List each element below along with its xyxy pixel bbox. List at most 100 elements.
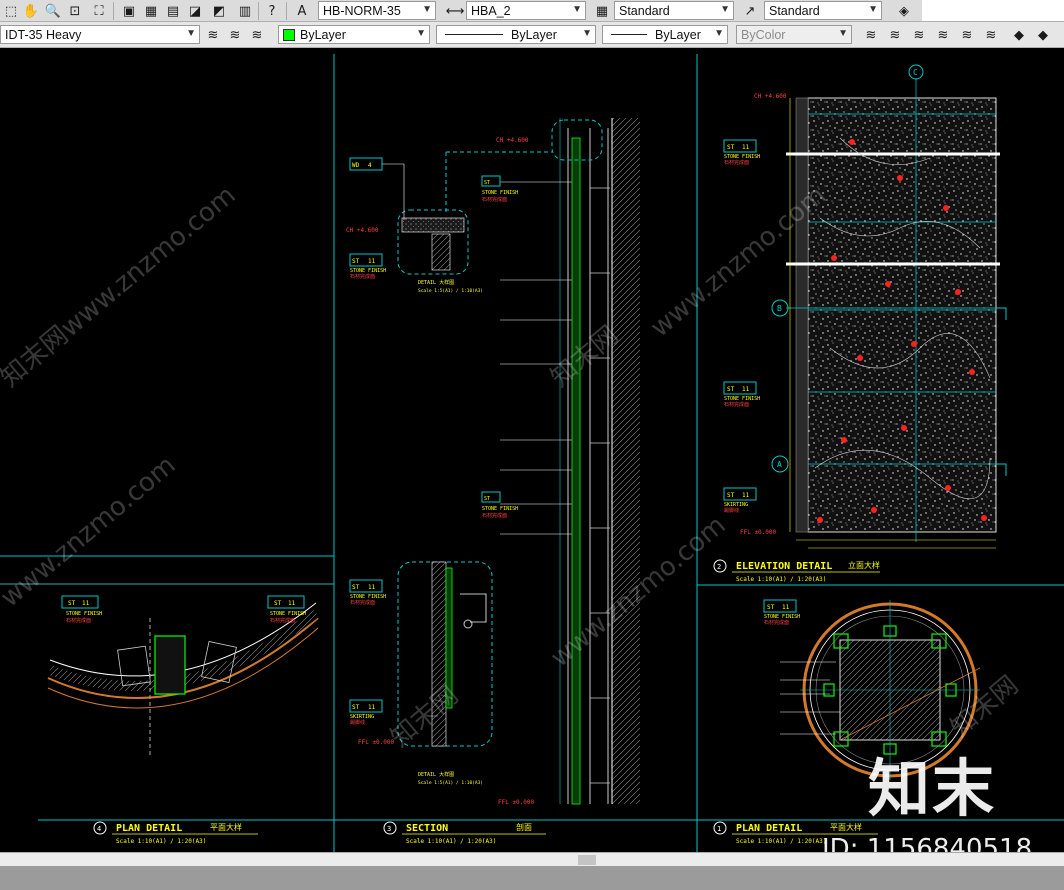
tag-st-num: 11 bbox=[82, 600, 90, 607]
pan-icon[interactable]: ✋ bbox=[22, 2, 40, 20]
calculator-icon[interactable]: ▥ bbox=[236, 2, 254, 20]
watermark-text: www.znzmo.com bbox=[55, 180, 241, 343]
grid-c: C bbox=[913, 68, 918, 77]
tag-stone-cn: 石材完成面 bbox=[66, 617, 91, 624]
tag-st: ST bbox=[274, 600, 282, 607]
dimstyle-select[interactable]: HB-NORM-35 ▼ bbox=[318, 1, 436, 20]
chevron-down-icon: ▼ bbox=[582, 28, 592, 39]
tag-stone-cn: 石材完成面 bbox=[350, 599, 375, 606]
layer-unlock-icon[interactable]: ≋ bbox=[982, 26, 1000, 44]
linetype-select[interactable]: ByLayer ▼ bbox=[436, 25, 596, 44]
help-icon[interactable]: ? bbox=[263, 2, 281, 20]
layer-tools-icon[interactable]: ◈ bbox=[895, 2, 913, 20]
table-style-icon[interactable]: ▦ bbox=[593, 2, 611, 20]
properties-icon[interactable]: ▣ bbox=[120, 2, 138, 20]
tag-st: ST bbox=[727, 492, 735, 499]
plotstyle-value: ByColor bbox=[741, 27, 786, 42]
tag-st-num: 11 bbox=[742, 492, 750, 499]
elevation-detail: C B A CH +4.600 FFL ±0.000 ST 11 STONE F… bbox=[723, 64, 1007, 549]
tag-stone-cn: 石材完成面 bbox=[724, 401, 749, 408]
make-current-layer-icon[interactable]: ≋ bbox=[204, 26, 222, 44]
tag-st: ST bbox=[727, 386, 735, 393]
tag-stone-cn: 石材完成面 bbox=[270, 617, 295, 624]
layer-isolate-icon[interactable]: ≋ bbox=[862, 26, 880, 44]
tag-wd-num: 4 bbox=[368, 162, 372, 169]
detail-scale: Scale 1:5(A1) / 1:10(A3) bbox=[418, 288, 483, 294]
color-select[interactable]: ByLayer ▼ bbox=[278, 25, 430, 44]
plan-right-cn: 平面大样 bbox=[830, 822, 862, 832]
chevron-down-icon: ▼ bbox=[838, 28, 848, 39]
layer-freeze-icon[interactable]: ≋ bbox=[934, 26, 952, 44]
drawing-canvas[interactable]: ST 11 STONE FINISH 石材完成面 ST 11 STONE FIN… bbox=[0, 48, 1064, 852]
chevron-down-icon: ▼ bbox=[186, 28, 196, 39]
ffl-level-elev: FFL ±0.000 bbox=[740, 529, 777, 536]
watermark-text: www.znzmo.com bbox=[0, 450, 182, 613]
tag-skirting-cn: 踢脚线 bbox=[350, 719, 365, 726]
tablestyle-select[interactable]: Standard ▼ bbox=[614, 1, 734, 20]
plan-left-title: PLAN DETAIL bbox=[116, 823, 182, 834]
mleader-style-icon[interactable]: ↗ bbox=[741, 2, 759, 20]
layer-previous-icon[interactable]: ≋ bbox=[226, 26, 244, 44]
layer-walk-icon[interactable]: ◆ bbox=[1034, 26, 1052, 44]
watermark-id: ID: 1156840518 bbox=[822, 834, 1033, 852]
ffl-level-section: FFL ±0.000 bbox=[498, 799, 535, 806]
layer-off-icon[interactable]: ≋ bbox=[910, 26, 928, 44]
tag-st-num: 11 bbox=[368, 258, 376, 265]
grid-b: B bbox=[777, 304, 782, 313]
chevron-down-icon: ▼ bbox=[422, 4, 432, 15]
status-bar bbox=[0, 866, 1064, 890]
plotstyle-select[interactable]: ByColor ▼ bbox=[736, 25, 852, 44]
layer-value: IDT-35 Heavy bbox=[5, 27, 82, 42]
tag-st-num: 11 bbox=[742, 144, 750, 151]
design-center-icon[interactable]: ▦ bbox=[142, 2, 160, 20]
zoom-window-icon[interactable]: ⊡ bbox=[66, 2, 84, 20]
layer-lock-icon[interactable]: ≋ bbox=[958, 26, 976, 44]
mleaderstyle-select[interactable]: Standard ▼ bbox=[764, 1, 882, 20]
section-scale: Scale 1:10(A1) / 1:20(A3) bbox=[406, 838, 496, 845]
chevron-down-icon: ▼ bbox=[416, 28, 426, 39]
section-stone-finish: STONE FINISH bbox=[482, 190, 518, 196]
tablestyle-value: Standard bbox=[619, 3, 670, 18]
watermark-text: 知末网 bbox=[385, 680, 464, 753]
section-num: 3 bbox=[387, 825, 391, 833]
tag-stone-cn: 石材完成面 bbox=[724, 159, 749, 166]
cad-application: ⬚ ✋ 🔍 ⊡ ⛶ ▣ ▦ ▤ ◪ ◩ ▥ ? A HB-NORM-35 ▼ ⟷… bbox=[0, 0, 1064, 890]
dimstyle-value: HB-NORM-35 bbox=[323, 3, 401, 18]
mleaderstyle-value: Standard bbox=[769, 3, 820, 18]
section-detail: ST STONE FINISH 石材完成面 ST STONE FINISH 石材… bbox=[346, 118, 640, 806]
toolbar-separator bbox=[258, 2, 259, 20]
dimension-style-icon[interactable]: ⟷ bbox=[446, 2, 465, 20]
elevation-scale: Scale 1:10(A1) / 1:20(A3) bbox=[736, 576, 826, 583]
elevation-title: ELEVATION DETAIL bbox=[736, 561, 832, 572]
layer-unisolate-icon[interactable]: ≋ bbox=[886, 26, 904, 44]
zoom-realtime-icon[interactable]: 🔍 bbox=[44, 2, 62, 20]
elevation-num: 2 bbox=[717, 563, 721, 571]
layer-match-icon[interactable]: ◆ bbox=[1010, 26, 1028, 44]
tool-palettes-icon[interactable]: ▤ bbox=[164, 2, 182, 20]
plan-right-title: PLAN DETAIL bbox=[736, 823, 802, 834]
lineweight-value: ByLayer bbox=[655, 27, 701, 42]
chevron-down-icon: ▼ bbox=[572, 4, 582, 15]
sheet-set-icon[interactable]: ◪ bbox=[186, 2, 204, 20]
elevation-cn: 立面大样 bbox=[848, 560, 880, 570]
lineweight-select[interactable]: ByLayer ▼ bbox=[602, 25, 728, 44]
search-box[interactable] bbox=[922, 0, 1064, 21]
grid-a: A bbox=[777, 460, 782, 469]
multileader-select[interactable]: HBA_2 ▼ bbox=[466, 1, 586, 20]
chevron-down-icon: ▼ bbox=[868, 4, 878, 15]
multileader-value: HBA_2 bbox=[471, 3, 511, 18]
layer-states-icon[interactable]: ≋ bbox=[248, 26, 266, 44]
annotation-toolbar: ⬚ ✋ 🔍 ⊡ ⛶ ▣ ▦ ▤ ◪ ◩ ▥ ? A HB-NORM-35 ▼ ⟷… bbox=[0, 0, 1064, 22]
properties-toolbar: IDT-35 Heavy ▼ ≋ ≋ ≋ ByLayer ▼ ByLayer ▼… bbox=[0, 22, 1064, 48]
horizontal-scrollbar[interactable] bbox=[0, 852, 1064, 866]
zoom-extents-icon[interactable]: ⛶ bbox=[90, 2, 108, 20]
select-icon[interactable]: ⬚ bbox=[2, 2, 20, 20]
text-style-icon[interactable]: A bbox=[293, 2, 311, 20]
toolbar-separator bbox=[113, 2, 114, 20]
tag-wd: WD bbox=[352, 162, 360, 169]
scrollbar-thumb[interactable] bbox=[578, 855, 596, 865]
linetype-value: ByLayer bbox=[511, 27, 557, 42]
section-stone-cn: 石材完成面 bbox=[482, 512, 507, 519]
layer-select[interactable]: IDT-35 Heavy ▼ bbox=[0, 25, 200, 44]
markup-icon[interactable]: ◩ bbox=[210, 2, 228, 20]
